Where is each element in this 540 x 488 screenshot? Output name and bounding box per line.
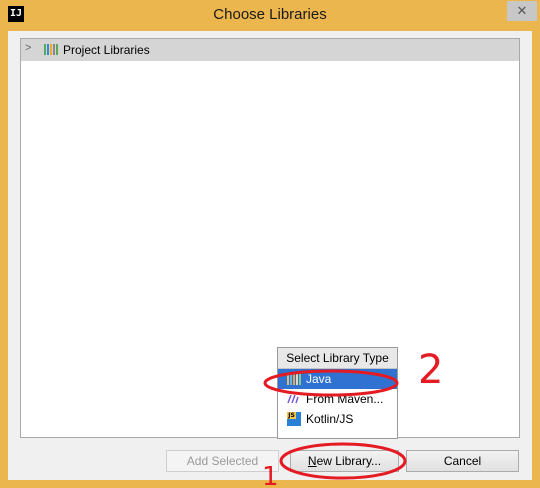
close-icon: ✕	[516, 3, 528, 18]
kotlin-js-icon: JS	[287, 412, 301, 426]
libraries-tree[interactable]: > Project Libraries	[20, 38, 520, 438]
new-library-button[interactable]: New Library...	[290, 450, 399, 472]
popup-item-java[interactable]: Java	[278, 369, 397, 389]
dialog-title: Choose Libraries	[213, 6, 327, 23]
popup-item-kotlin-js[interactable]: JS Kotlin/JS	[278, 409, 397, 429]
maven-icon	[287, 394, 299, 404]
tree-item-label: Project Libraries	[63, 43, 150, 57]
select-library-type-popup: Select Library Type Java From Maven... J…	[277, 347, 398, 439]
add-selected-button[interactable]: Add Selected	[166, 450, 279, 472]
popup-item-label: Java	[306, 372, 332, 386]
popup-item-from-maven[interactable]: From Maven...	[278, 389, 397, 409]
choose-libraries-dialog: IJ Choose Libraries ✕ > Project Librarie…	[0, 0, 540, 488]
popup-item-label: From Maven...	[306, 392, 384, 406]
library-icon	[44, 44, 58, 55]
close-button[interactable]: ✕	[507, 1, 537, 21]
tree-item-project-libraries[interactable]: > Project Libraries	[21, 39, 519, 61]
new-library-label: ew Library...	[316, 454, 382, 468]
mnemonic-letter: N	[307, 454, 317, 468]
cancel-button[interactable]: Cancel	[406, 450, 519, 472]
chevron-right-icon[interactable]: >	[25, 42, 31, 54]
title-bar[interactable]: IJ Choose Libraries ✕	[0, 0, 540, 32]
java-library-icon	[287, 373, 301, 385]
popup-title: Select Library Type	[278, 348, 397, 369]
popup-item-label: Kotlin/JS	[306, 412, 354, 426]
dialog-body: > Project Libraries Select Library Type …	[8, 31, 532, 480]
